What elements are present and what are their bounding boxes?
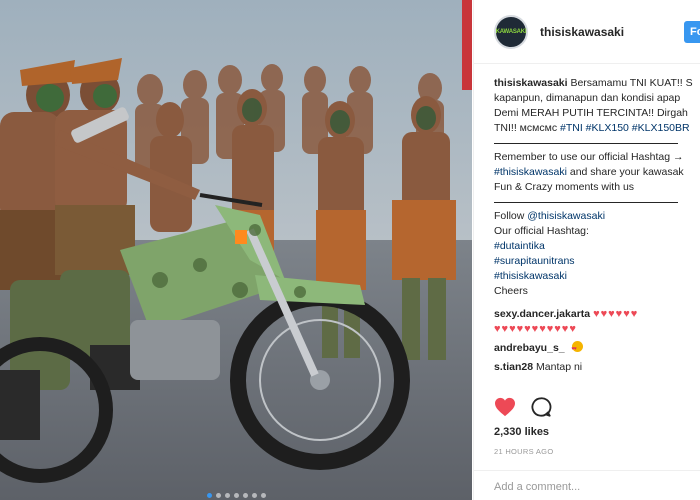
carousel-dot[interactable]: [206, 493, 212, 498]
carousel-dot[interactable]: [242, 493, 248, 498]
add-comment-input[interactable]: Add a comment...: [474, 470, 700, 500]
reminder-text-2: and share your kawasak: [566, 166, 684, 178]
heart-emojis: ♥♥♥♥♥♥: [593, 308, 639, 320]
reminder-line-2: #thisiskawasaki and share your kawasak: [494, 165, 700, 180]
caption-line-2: kapanpun, dimanapun dan kondisi apap: [494, 92, 681, 104]
carousel-dot[interactable]: [224, 493, 230, 498]
follow-button[interactable]: Follow: [684, 21, 700, 43]
post-header: KAWASAKI thisiskawasaki: [474, 0, 700, 64]
comment-username[interactable]: andrebayu_s_: [494, 342, 565, 354]
comment-username[interactable]: s.tian28: [494, 361, 533, 373]
caption-line-1: thisiskawasaki Bersamamu TNI KUAT!! S: [494, 76, 700, 91]
follow-line: Follow @thisiskawasaki: [494, 209, 700, 224]
like-count[interactable]: 2,330 likes: [494, 426, 549, 438]
hashtag-heading: Our official Hashtag:: [494, 225, 589, 237]
heart-eyes-emoji-icon: [571, 341, 583, 356]
comment-icon[interactable]: [530, 396, 552, 418]
avatar[interactable]: KAWASAKI: [494, 14, 528, 49]
comment-item: andrebayu_s_: [494, 341, 700, 356]
caption-line-3: Demi MERAH PUTIH TERCINTA!! Dirgah: [494, 107, 688, 119]
divider: [494, 202, 678, 203]
action-bar: [494, 396, 552, 418]
mention-link[interactable]: @thisiskawasaki: [527, 210, 605, 222]
avatar-logo-text: KAWASAKI: [495, 28, 527, 35]
hashtag-link[interactable]: #dutaintika: [494, 239, 700, 254]
comment-item: s.tian28 Mantap ni: [494, 360, 700, 375]
caption-username[interactable]: thisiskawasaki: [494, 77, 568, 89]
caption-hashtags[interactable]: #TNI #KLX150 #KLX150BR: [560, 122, 690, 134]
comment-item: sexy.dancer.jakarta ♥♥♥♥♥♥: [494, 307, 700, 322]
caption-and-comments: thisiskawasaki Bersamamu TNI KUAT!! S ka…: [494, 76, 700, 375]
post-photo[interactable]: [0, 0, 472, 500]
header-username[interactable]: thisiskawasaki: [540, 25, 624, 39]
hashtag-link[interactable]: #thisiskawasaki: [494, 166, 567, 178]
carousel-dot[interactable]: [251, 493, 257, 498]
photo-illustration: [0, 0, 472, 500]
post-side-panel: KAWASAKI thisiskawasaki Follow thisiskaw…: [473, 0, 700, 500]
hashtag-link[interactable]: #surapitaunitrans: [494, 254, 700, 269]
post-timestamp[interactable]: 21 HOURS AGO: [494, 447, 553, 456]
hashtag-link[interactable]: #thisiskawasaki: [494, 269, 700, 284]
reminder-line-1: Remember to use our official Hashtag →: [494, 151, 684, 163]
divider: [494, 143, 678, 144]
caption-line-4: TNI!! мсмсмс #TNI #KLX150 #KLX150BR: [494, 121, 700, 136]
carousel-dots[interactable]: [0, 493, 472, 498]
comment-username[interactable]: sexy.dancer.jakarta: [494, 308, 590, 320]
carousel-dot[interactable]: [233, 493, 239, 498]
heart-emojis: ♥♥♥♥♥♥♥♥♥♥♥: [494, 323, 577, 335]
carousel-dot[interactable]: [260, 493, 266, 498]
reminder-line-3: Fun & Crazy moments with us: [494, 181, 635, 193]
follow-prefix: Follow: [494, 210, 528, 222]
heart-icon[interactable]: [494, 397, 516, 417]
caption-text-1: Bersamamu TNI KUAT!! S: [570, 77, 693, 89]
caption-signoff: Cheers: [494, 285, 528, 297]
caption-text-4: TNI!! мсмсмс: [494, 122, 560, 134]
carousel-dot[interactable]: [215, 493, 221, 498]
comment-text: Mantap ni: [536, 361, 583, 373]
instagram-post: KAWASAKI thisiskawasaki Follow thisiskaw…: [0, 0, 700, 500]
